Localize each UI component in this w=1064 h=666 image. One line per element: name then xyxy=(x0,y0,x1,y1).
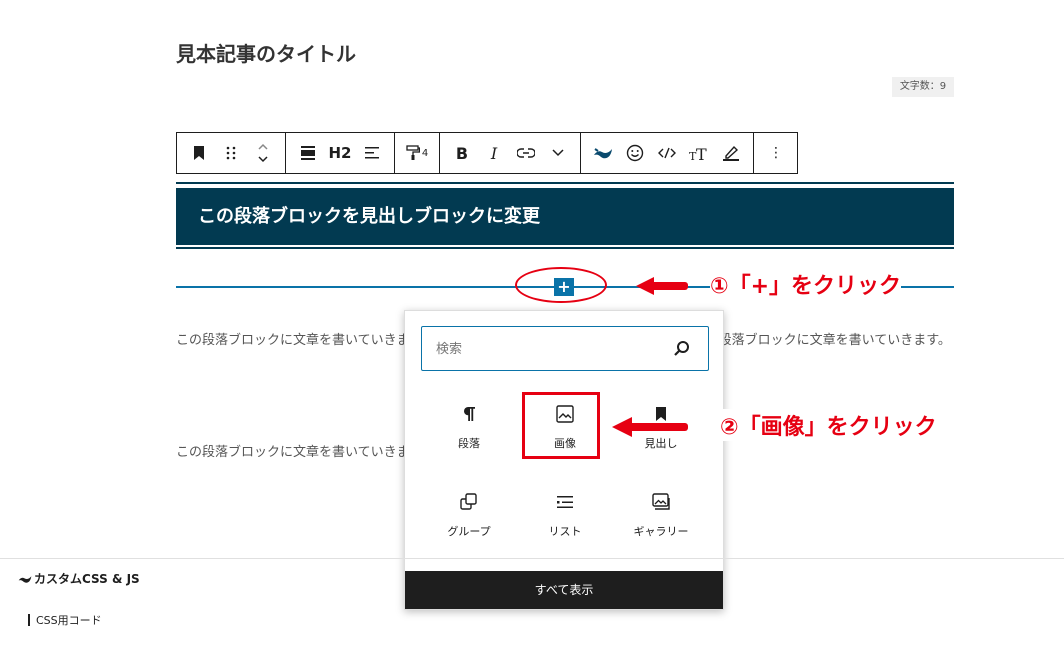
annotation-step2: ②「画像」をクリック xyxy=(720,409,937,441)
highlight-rectangle xyxy=(522,392,600,459)
marker-pen-icon xyxy=(723,145,739,161)
svg-text:T: T xyxy=(696,145,707,161)
more-format-dropdown[interactable] xyxy=(542,133,574,173)
heading-level-button[interactable]: H2 xyxy=(324,133,356,173)
italic-button[interactable]: I xyxy=(478,133,510,173)
chevron-down-icon xyxy=(552,149,564,157)
link-button[interactable] xyxy=(510,133,542,173)
gallery-icon xyxy=(622,489,700,515)
css-code-label: CSS用コード xyxy=(28,614,102,626)
text-align-button[interactable] xyxy=(356,133,388,173)
emoji-button[interactable] xyxy=(619,133,651,173)
search-icon[interactable] xyxy=(672,339,692,359)
move-up-down-button[interactable] xyxy=(247,133,279,173)
code-icon xyxy=(658,147,676,159)
toolbar-group-plugins: T T xyxy=(581,133,754,173)
custom-css-js-metabox-title[interactable]: カスタムCSS & JS xyxy=(18,570,140,587)
arrow-left-icon xyxy=(612,417,688,437)
swell-bird-icon xyxy=(18,576,32,583)
toolbar-group-heading: H2 xyxy=(286,133,395,173)
style-button[interactable]: 4 xyxy=(401,133,433,173)
list-icon xyxy=(526,489,604,515)
post-title[interactable]: 見本記事のタイトル xyxy=(176,38,356,67)
drag-dots-icon xyxy=(226,146,236,160)
full-width-align-icon xyxy=(301,146,315,160)
align-left-icon xyxy=(365,147,379,159)
inline-code-button[interactable] xyxy=(651,133,683,173)
heading-block[interactable]: この段落ブロックを見出しブロックに変更 xyxy=(176,188,954,245)
group-icon xyxy=(430,489,508,515)
block-inserter-popover: 段落 画像 見出し グループ xyxy=(404,310,724,610)
block-item-list[interactable]: リスト xyxy=(526,479,604,549)
search-input[interactable] xyxy=(434,337,658,361)
character-count-badge: 文字数：9 xyxy=(892,77,954,97)
block-item-gallery[interactable]: ギャラリー xyxy=(622,479,700,549)
text-size-icon: T T xyxy=(689,145,707,161)
drag-handle[interactable] xyxy=(215,133,247,173)
annotation-step1: ①「+」をクリック xyxy=(710,268,902,300)
toolbar-group-format: B I xyxy=(440,133,581,173)
arrow-left-icon xyxy=(636,277,688,295)
swell-bird-icon xyxy=(594,148,612,159)
metabox-title-label: カスタムCSS & JS xyxy=(34,572,140,586)
block-toolbar: H2 4 B I T T ⋮ xyxy=(176,132,798,174)
style-count: 4 xyxy=(421,147,429,159)
theme-format-button[interactable] xyxy=(587,133,619,173)
block-item-label: 段落 xyxy=(458,437,480,450)
heading-border-top xyxy=(176,182,954,184)
block-item-label: リスト xyxy=(548,525,582,538)
chevron-up-down-icon xyxy=(258,143,268,163)
font-size-button[interactable]: T T xyxy=(683,133,715,173)
toolbar-group-block xyxy=(177,133,286,173)
block-type-button[interactable] xyxy=(183,133,215,173)
toolbar-group-options: ⋮ xyxy=(754,133,798,173)
metabox-divider xyxy=(0,558,1064,559)
highlight-button[interactable] xyxy=(715,133,747,173)
block-item-paragraph[interactable]: 段落 xyxy=(430,391,508,461)
block-item-label: ギャラリー xyxy=(633,525,689,538)
link-icon xyxy=(517,148,535,158)
smiley-icon xyxy=(626,144,644,162)
highlight-ellipse xyxy=(515,267,607,303)
bookmark-icon xyxy=(194,146,204,160)
toolbar-group-style: 4 xyxy=(395,133,440,173)
search-box xyxy=(421,326,709,371)
heading-border-bottom xyxy=(176,247,954,249)
browse-all-button[interactable]: すべて表示 xyxy=(405,571,723,609)
paragraph-icon xyxy=(430,401,508,427)
block-options-button[interactable]: ⋮ xyxy=(760,133,792,173)
bold-button[interactable]: B xyxy=(446,133,478,173)
align-button[interactable] xyxy=(292,133,324,173)
block-item-group[interactable]: グループ xyxy=(430,479,508,549)
block-item-label: グループ xyxy=(447,525,491,538)
paint-roller-icon xyxy=(406,145,420,160)
